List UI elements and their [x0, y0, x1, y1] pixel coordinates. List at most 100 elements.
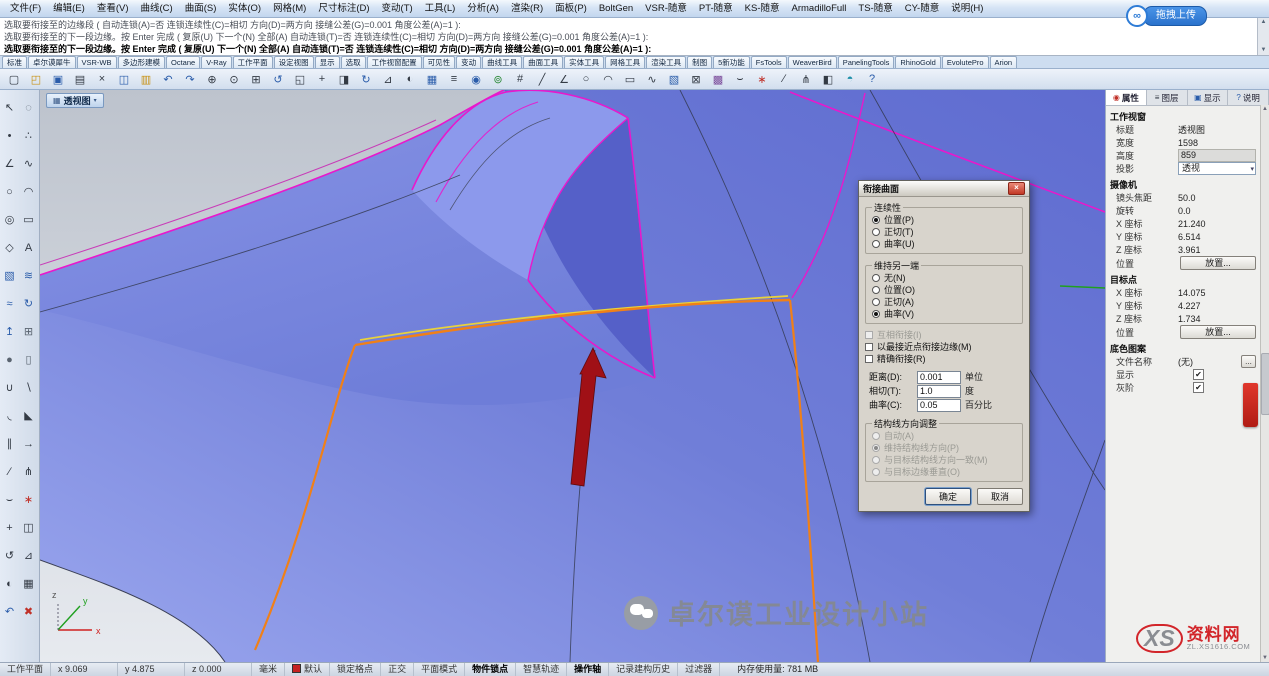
menu-item[interactable]: 编辑(E)	[47, 0, 91, 17]
explode-icon[interactable]: ∗	[751, 69, 773, 89]
mesh-icon[interactable]: ▩	[707, 69, 729, 89]
scroll-up-icon[interactable]: ▲	[1261, 19, 1267, 26]
toolbar-tab[interactable]: 显示	[315, 56, 340, 68]
point-cloud-icon[interactable]: ∴	[25, 127, 32, 145]
zoom-extents-icon[interactable]: ⊞	[245, 69, 267, 89]
menu-item[interactable]: 面板(P)	[549, 0, 593, 17]
copy-icon[interactable]: ◫	[113, 69, 135, 89]
split-icon[interactable]: ⋔	[795, 69, 817, 89]
new-file-icon[interactable]: ▢	[3, 69, 25, 89]
cylinder-icon[interactable]: ▯	[25, 351, 31, 369]
arc-icon[interactable]: ◠	[24, 183, 34, 201]
polyline-icon[interactable]: ∠	[5, 155, 15, 173]
toolbar-tab[interactable]: 制图	[687, 56, 712, 68]
ellipse-icon[interactable]: ◎	[5, 211, 15, 229]
box-icon[interactable]: ⊞	[24, 323, 33, 341]
toolbar-tab[interactable]: 网格工具	[605, 56, 645, 68]
mirror-icon[interactable]: ◐	[399, 69, 421, 89]
chamfer-icon[interactable]: ◣	[24, 407, 32, 425]
save-icon[interactable]: ▣	[47, 69, 69, 89]
toolbar-tab[interactable]: 工作平面	[233, 56, 273, 68]
move-icon[interactable]: +	[6, 519, 12, 537]
menu-item[interactable]: ArmadilloFull	[786, 0, 853, 17]
match-closest-point-checkbox[interactable]: 以最接近点衔接边缘(M)	[865, 341, 1023, 353]
tab-layers[interactable]: ≡ 图层	[1147, 90, 1188, 105]
dialog-titlebar[interactable]: 衔接曲面 ×	[859, 181, 1029, 197]
curvature-input[interactable]: 0.05	[917, 399, 961, 412]
osnap-toggle[interactable]: 物件锁点	[465, 663, 516, 676]
smarttrack-toggle[interactable]: 智慧轨迹	[516, 663, 567, 676]
toolbar-tab[interactable]: Arion	[990, 56, 1018, 68]
toolbar-tab[interactable]: EvolutePro	[942, 56, 989, 68]
surface-icon[interactable]: ▧	[663, 69, 685, 89]
continuity-tangent-radio[interactable]: 正切(T)	[872, 226, 1016, 238]
duplicate-icon[interactable]: ◨	[333, 69, 355, 89]
menu-item[interactable]: 渲染(R)	[505, 0, 549, 17]
menu-item[interactable]: 文件(F)	[4, 0, 47, 17]
toolbar-tab[interactable]: 选取	[341, 56, 366, 68]
cut-icon[interactable]: ×	[91, 69, 113, 89]
surface-icon[interactable]: ▧	[4, 267, 14, 285]
rotate-view-icon[interactable]: ↺	[267, 69, 289, 89]
toolbar-tab[interactable]: 曲线工具	[482, 56, 522, 68]
preserve-curvature-radio[interactable]: 曲率(V)	[872, 308, 1016, 320]
rotate-icon[interactable]: ↺	[5, 547, 14, 565]
print-icon[interactable]: ▤	[69, 69, 91, 89]
menu-item[interactable]: TS-随意	[852, 0, 898, 17]
tab-properties[interactable]: ◉ 属性	[1106, 90, 1147, 105]
preserve-position-radio[interactable]: 位置(O)	[872, 284, 1016, 296]
toolbar-tab[interactable]: 实体工具	[564, 56, 604, 68]
menu-item[interactable]: 工具(L)	[419, 0, 462, 17]
help-icon[interactable]: ?	[861, 69, 883, 89]
shade-icon[interactable]: ◧	[817, 69, 839, 89]
toolbar-tab[interactable]: 渲染工具	[646, 56, 686, 68]
menu-item[interactable]: 曲线(C)	[134, 0, 178, 17]
planar-toggle[interactable]: 平面模式	[414, 663, 465, 676]
toolbar-tab[interactable]: Octane	[166, 56, 200, 68]
copy-icon[interactable]: ◫	[23, 519, 33, 537]
match-mutual-checkbox[interactable]: 互相衔接(I)	[865, 329, 1023, 341]
boolean-union-icon[interactable]: ∪	[5, 379, 13, 397]
zoom-icon[interactable]: ⊙	[223, 69, 245, 89]
array-icon[interactable]: ▦	[421, 69, 443, 89]
rotate-icon[interactable]: ↻	[355, 69, 377, 89]
join-icon[interactable]: ⌣	[6, 491, 13, 509]
tab-display[interactable]: ▣ 显示	[1188, 90, 1229, 105]
menu-item[interactable]: 变动(T)	[376, 0, 419, 17]
zoom-window-icon[interactable]: ◱	[289, 69, 311, 89]
toolbar-tab[interactable]: VSR-WB	[77, 56, 117, 68]
menu-item[interactable]: 曲面(S)	[179, 0, 223, 17]
lasso-select-icon[interactable]: ◌	[25, 99, 32, 117]
wallpaper-grayscale-checkbox[interactable]: ✔	[1193, 382, 1204, 393]
scroll-up-icon[interactable]: ▲	[1262, 106, 1268, 112]
menu-item[interactable]: 说明(H)	[945, 0, 989, 17]
toolbar-tab[interactable]: 多边形建模	[118, 56, 166, 68]
object-snap-icon[interactable]: ⊚	[487, 69, 509, 89]
preserve-tangent-radio[interactable]: 正切(A)	[872, 296, 1016, 308]
rectangle-icon[interactable]: ▭	[619, 69, 641, 89]
sphere-icon[interactable]: ●	[6, 351, 13, 369]
move-icon[interactable]: +	[311, 69, 333, 89]
menu-item[interactable]: 分析(A)	[461, 0, 505, 17]
sweep-icon[interactable]: ≈	[6, 295, 12, 313]
menu-item[interactable]: PT-随意	[693, 0, 739, 17]
scrollbar-thumb[interactable]	[1261, 353, 1269, 415]
wallpaper-show-checkbox[interactable]: ✔	[1193, 369, 1204, 380]
menu-item[interactable]: KS-随意	[739, 0, 786, 17]
offset-icon[interactable]: ∥	[7, 435, 13, 453]
circle-icon[interactable]: ○	[6, 183, 13, 201]
split-icon[interactable]: ⋔	[24, 463, 33, 481]
layer-pane[interactable]: 默认	[285, 663, 330, 676]
toolbar-tab[interactable]: PanelingTools	[838, 56, 895, 68]
scroll-down-icon[interactable]: ▼	[1262, 655, 1268, 661]
distance-input[interactable]: 0.001	[917, 371, 961, 384]
point-icon[interactable]: •	[8, 127, 12, 145]
explode-icon[interactable]: ∗	[24, 491, 33, 509]
properties-icon[interactable]: ◉	[465, 69, 487, 89]
toolbar-tab[interactable]: 可见性	[423, 56, 456, 68]
undo-icon[interactable]: ↶	[157, 69, 179, 89]
preserve-none-radio[interactable]: 无(N)	[872, 272, 1016, 284]
select-pointer-icon[interactable]: ↖	[5, 99, 14, 117]
menu-item[interactable]: CY-随意	[899, 0, 946, 17]
toolbar-tab[interactable]: 变动	[456, 56, 481, 68]
